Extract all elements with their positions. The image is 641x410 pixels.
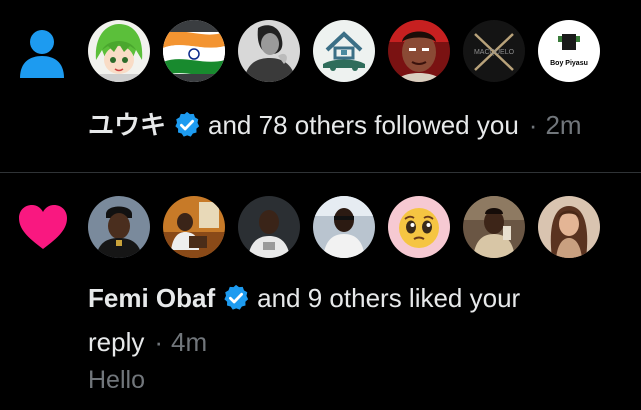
like-summary: and 9 others liked your [257, 283, 521, 313]
actor-name[interactable]: Femi Obaf [88, 282, 215, 314]
avatar-house-car-logo[interactable] [313, 20, 375, 82]
separator-dot: · [154, 327, 164, 357]
reply-snippet[interactable]: Hello [88, 365, 145, 395]
boy-piyasu-logo-text: Boy Piyasu [550, 60, 588, 67]
avatar-man-beard[interactable] [463, 196, 525, 258]
timestamp: 2m [545, 110, 582, 140]
separator-dot: · [528, 110, 538, 140]
person-icon [20, 30, 64, 78]
avatar-woman-long-hair[interactable] [538, 196, 600, 258]
heart-icon [19, 205, 67, 249]
macquelo-logo-text: MACQUELO [474, 49, 515, 56]
follower-avatars: MACQUELO Boy Piyasu [88, 20, 600, 82]
verified-badge-icon [224, 284, 249, 310]
follow-notification-text: ユウキ and 78 others followed you · 2m [88, 109, 582, 141]
like-summary-continued: reply [88, 327, 145, 357]
like-notification-text-line2: reply · 4m [88, 326, 207, 358]
avatar-boy-piyasu-logo[interactable]: Boy Piyasu [538, 20, 600, 82]
liker-avatars [88, 196, 600, 258]
avatar-india-flag[interactable] [163, 20, 225, 82]
actor-name[interactable]: ユウキ [88, 109, 166, 141]
timestamp: 4m [171, 327, 208, 357]
verified-badge-icon [175, 111, 200, 137]
avatar-man-outdoor[interactable] [313, 196, 375, 258]
avatar-macquelo-logo[interactable]: MACQUELO [463, 20, 525, 82]
avatar-pleading-emoji[interactable] [388, 196, 450, 258]
avatar-man-white-tee[interactable] [238, 196, 300, 258]
follow-summary: and 78 others followed you [208, 110, 519, 140]
avatar-man-orange-room[interactable] [163, 196, 225, 258]
follow-notification[interactable]: MACQUELO Boy Piyasu ユウキ and 78 others fo… [0, 0, 641, 172]
like-notification-text: Femi Obaf and 9 others liked your [88, 282, 520, 314]
like-notification[interactable]: Femi Obaf and 9 others liked your reply … [0, 173, 641, 410]
avatar-person-bw[interactable] [238, 20, 300, 82]
avatar-person-red[interactable] [388, 20, 450, 82]
avatar-anime-green-hair[interactable] [88, 20, 150, 82]
avatar-man-black-cap[interactable] [88, 196, 150, 258]
